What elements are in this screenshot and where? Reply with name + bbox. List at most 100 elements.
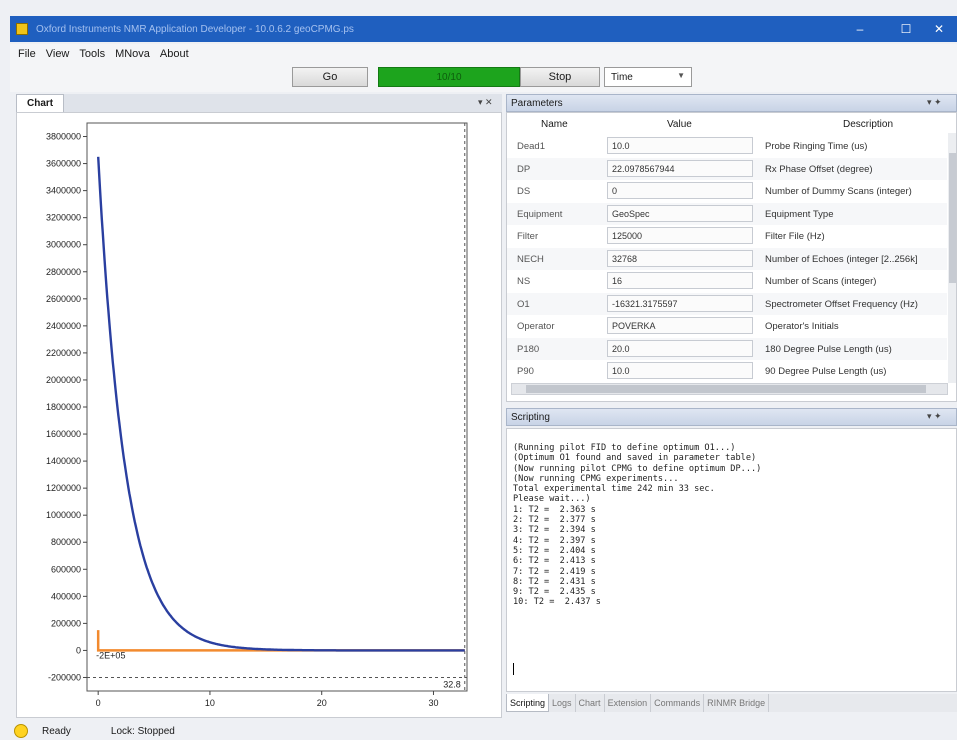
y-tick-label: 200000 (51, 618, 81, 628)
parameters-header: Parameters ▾ ✦ (506, 94, 957, 112)
parameter-row[interactable]: Filter 125000 Filter File (Hz) (507, 225, 947, 247)
parameter-description: Spectrometer Offset Frequency (Hz) (765, 298, 918, 310)
parameter-description: Number of Dummy Scans (integer) (765, 186, 912, 197)
parameter-value-field[interactable]: POVERKA (607, 317, 753, 334)
parameter-name: P180 (517, 343, 540, 355)
menu-file[interactable]: File (18, 48, 36, 60)
parameter-value-field[interactable]: 32768 (607, 249, 753, 267)
tab-commands[interactable]: Commands (651, 694, 705, 712)
relaxation-chart[interactable]: 3800000 3600000 3400000 3200000 3000000 28000… (17, 113, 501, 717)
console-line: 4: T2 = 2.397 s (513, 535, 596, 546)
parameters-title: Parameters (511, 97, 563, 109)
chevron-down-icon: ▼ (677, 71, 685, 80)
minimize-button[interactable]: – (842, 16, 878, 42)
close-button[interactable]: ✕ (921, 16, 957, 42)
parameters-vertical-scrollbar[interactable] (948, 133, 956, 383)
console-line: Total experimental time 242 min 33 sec. (513, 484, 715, 495)
console-line: 2: T2 = 2.377 s (513, 515, 596, 526)
parameter-value-field[interactable]: -16321.3175597 (607, 294, 753, 312)
parameter-name: NS (517, 276, 531, 287)
scripting-header: Scripting ▾ ✦ (506, 408, 957, 426)
parameter-description: Filter File (Hz) (765, 231, 825, 242)
y-tick-label: 3600000 (46, 159, 81, 169)
stop-button[interactable]: Stop (520, 67, 600, 87)
y-tick-label: 1200000 (46, 483, 81, 493)
go-button[interactable]: Go (292, 67, 368, 87)
parameter-value-field[interactable]: 10.0 (607, 362, 753, 379)
parameter-row[interactable]: NECH 32768 Number of Echoes (integer [2..2… (507, 247, 947, 270)
console-line: 10: T2 = 2.437 s (513, 597, 601, 608)
parameter-name: Operator (517, 321, 555, 332)
parameter-row[interactable]: Equipment GeoSpec Equipment Type (507, 202, 947, 225)
tab-chart[interactable]: Chart (576, 694, 605, 712)
parameter-row[interactable]: O1 -16321.3175597 Spectrometer Offset Freq… (507, 292, 947, 315)
console-line: (Running pilot FID to define optimum O1.… (513, 443, 736, 453)
parameter-row[interactable]: Dead1 10.0 Probe Ringing Time (us) (507, 135, 947, 157)
maximize-button[interactable]: ☐ (888, 16, 924, 42)
status-light-icon (14, 724, 28, 738)
y-tick-label: 1000000 (46, 510, 81, 520)
parameter-value-field[interactable]: 10.0 (607, 137, 753, 154)
menu-bar: File View Tools MNova About (10, 44, 957, 64)
scripting-console[interactable]: (Running pilot FID to define optimum O1.… (506, 428, 957, 692)
parameter-description: Number of Echoes (integer [2..256k] (765, 253, 918, 265)
status-ready: Ready (42, 725, 71, 737)
console-line: 3: T2 = 2.394 s (513, 525, 596, 536)
y-tick-label: 2600000 (46, 294, 81, 304)
y-tick-label: 3200000 (46, 213, 81, 223)
parameter-row[interactable]: DS 0 Number of Dummy Scans (integer) (507, 180, 947, 202)
scripting-tab-bar: Scripting Logs Chart Extension Commands RINMR… (506, 694, 957, 712)
y-tick-label: 2800000 (46, 267, 81, 277)
parameter-value-field[interactable]: 125000 (607, 227, 753, 244)
console-line: 8: T2 = 2.431 s (513, 576, 596, 587)
y-tick-label: 1800000 (46, 402, 81, 412)
parameter-row[interactable]: Operator POVERKA Operator's Initials (507, 315, 947, 337)
chart-tab-bar: Chart ▾ ✕ (16, 94, 502, 112)
parameters-panel: Name Value Description Dead1 10.0 Probe Ri… (506, 112, 957, 402)
tab-chart[interactable]: Chart (16, 94, 65, 112)
scrollbar-thumb[interactable] (949, 153, 956, 283)
parameter-value-field[interactable]: 22.0978567944 (607, 159, 753, 177)
parameters-horizontal-scrollbar[interactable] (511, 383, 948, 395)
pin-icon[interactable]: ▾ ✦ (927, 411, 942, 422)
tab-extension[interactable]: Extension (605, 694, 652, 712)
tab-scripting[interactable]: Scripting (506, 694, 550, 712)
parameter-value-field[interactable]: 0 (607, 182, 753, 199)
console-line: 6: T2 = 2.413 s (513, 556, 596, 567)
menu-about[interactable]: About (160, 48, 189, 60)
parameter-value-field[interactable]: GeoSpec (607, 204, 753, 222)
parameter-name: DS (517, 186, 531, 197)
panel-menu-icon[interactable]: ▾ ✕ (478, 97, 493, 108)
menu-view[interactable]: View (46, 48, 70, 60)
parameter-row[interactable]: NS 16 Number of Scans (integer) (507, 270, 947, 292)
menu-mnova[interactable]: MNova (115, 48, 150, 60)
parameter-row[interactable]: DP 22.0978567944 Rx Phase Offset (degree) (507, 157, 947, 180)
menu-tools[interactable]: Tools (79, 48, 105, 60)
console-line: (Now running pilot CPMG to define optimu… (513, 463, 762, 474)
console-line: 9: T2 = 2.435 s (513, 587, 596, 598)
y-tick-label: 3400000 (46, 186, 81, 196)
parameter-value-field[interactable]: 16 (607, 272, 753, 289)
plot-area (86, 122, 468, 692)
parameter-name: Equipment (517, 208, 563, 220)
parameter-row[interactable]: P90 10.0 90 Degree Pulse Length (us) (507, 360, 947, 382)
y-tick-label: -200000 (48, 672, 81, 682)
console-line: (Now running CPMG experiments... (513, 473, 679, 484)
tab-logs[interactable]: Logs (549, 694, 576, 712)
y-tick-label: 1600000 (46, 429, 81, 439)
view-mode-select[interactable]: Time ▼ (604, 67, 692, 87)
y-tick-label: 600000 (51, 564, 81, 574)
window-title: Oxford Instruments NMR Application Devel… (36, 23, 354, 35)
scripting-title: Scripting (511, 411, 550, 423)
y-tick-label: 2200000 (46, 348, 81, 358)
y-tick-label: 3000000 (46, 240, 81, 250)
y-tick-label: 400000 (51, 591, 81, 601)
console-line: 7: T2 = 2.419 s (513, 566, 596, 577)
console-line: (Optimum O1 found and saved in parameter… (513, 453, 757, 464)
y-tick-label: 3800000 (46, 132, 81, 142)
tab-rinmr-bridge[interactable]: RINMR Bridge (704, 694, 770, 712)
parameter-value-field[interactable]: 20.0 (607, 339, 753, 357)
parameter-row[interactable]: P180 20.0 180 Degree Pulse Length (us) (507, 337, 947, 360)
scrollbar-thumb[interactable] (526, 385, 926, 393)
pin-icon[interactable]: ▾ ✦ (927, 97, 942, 108)
